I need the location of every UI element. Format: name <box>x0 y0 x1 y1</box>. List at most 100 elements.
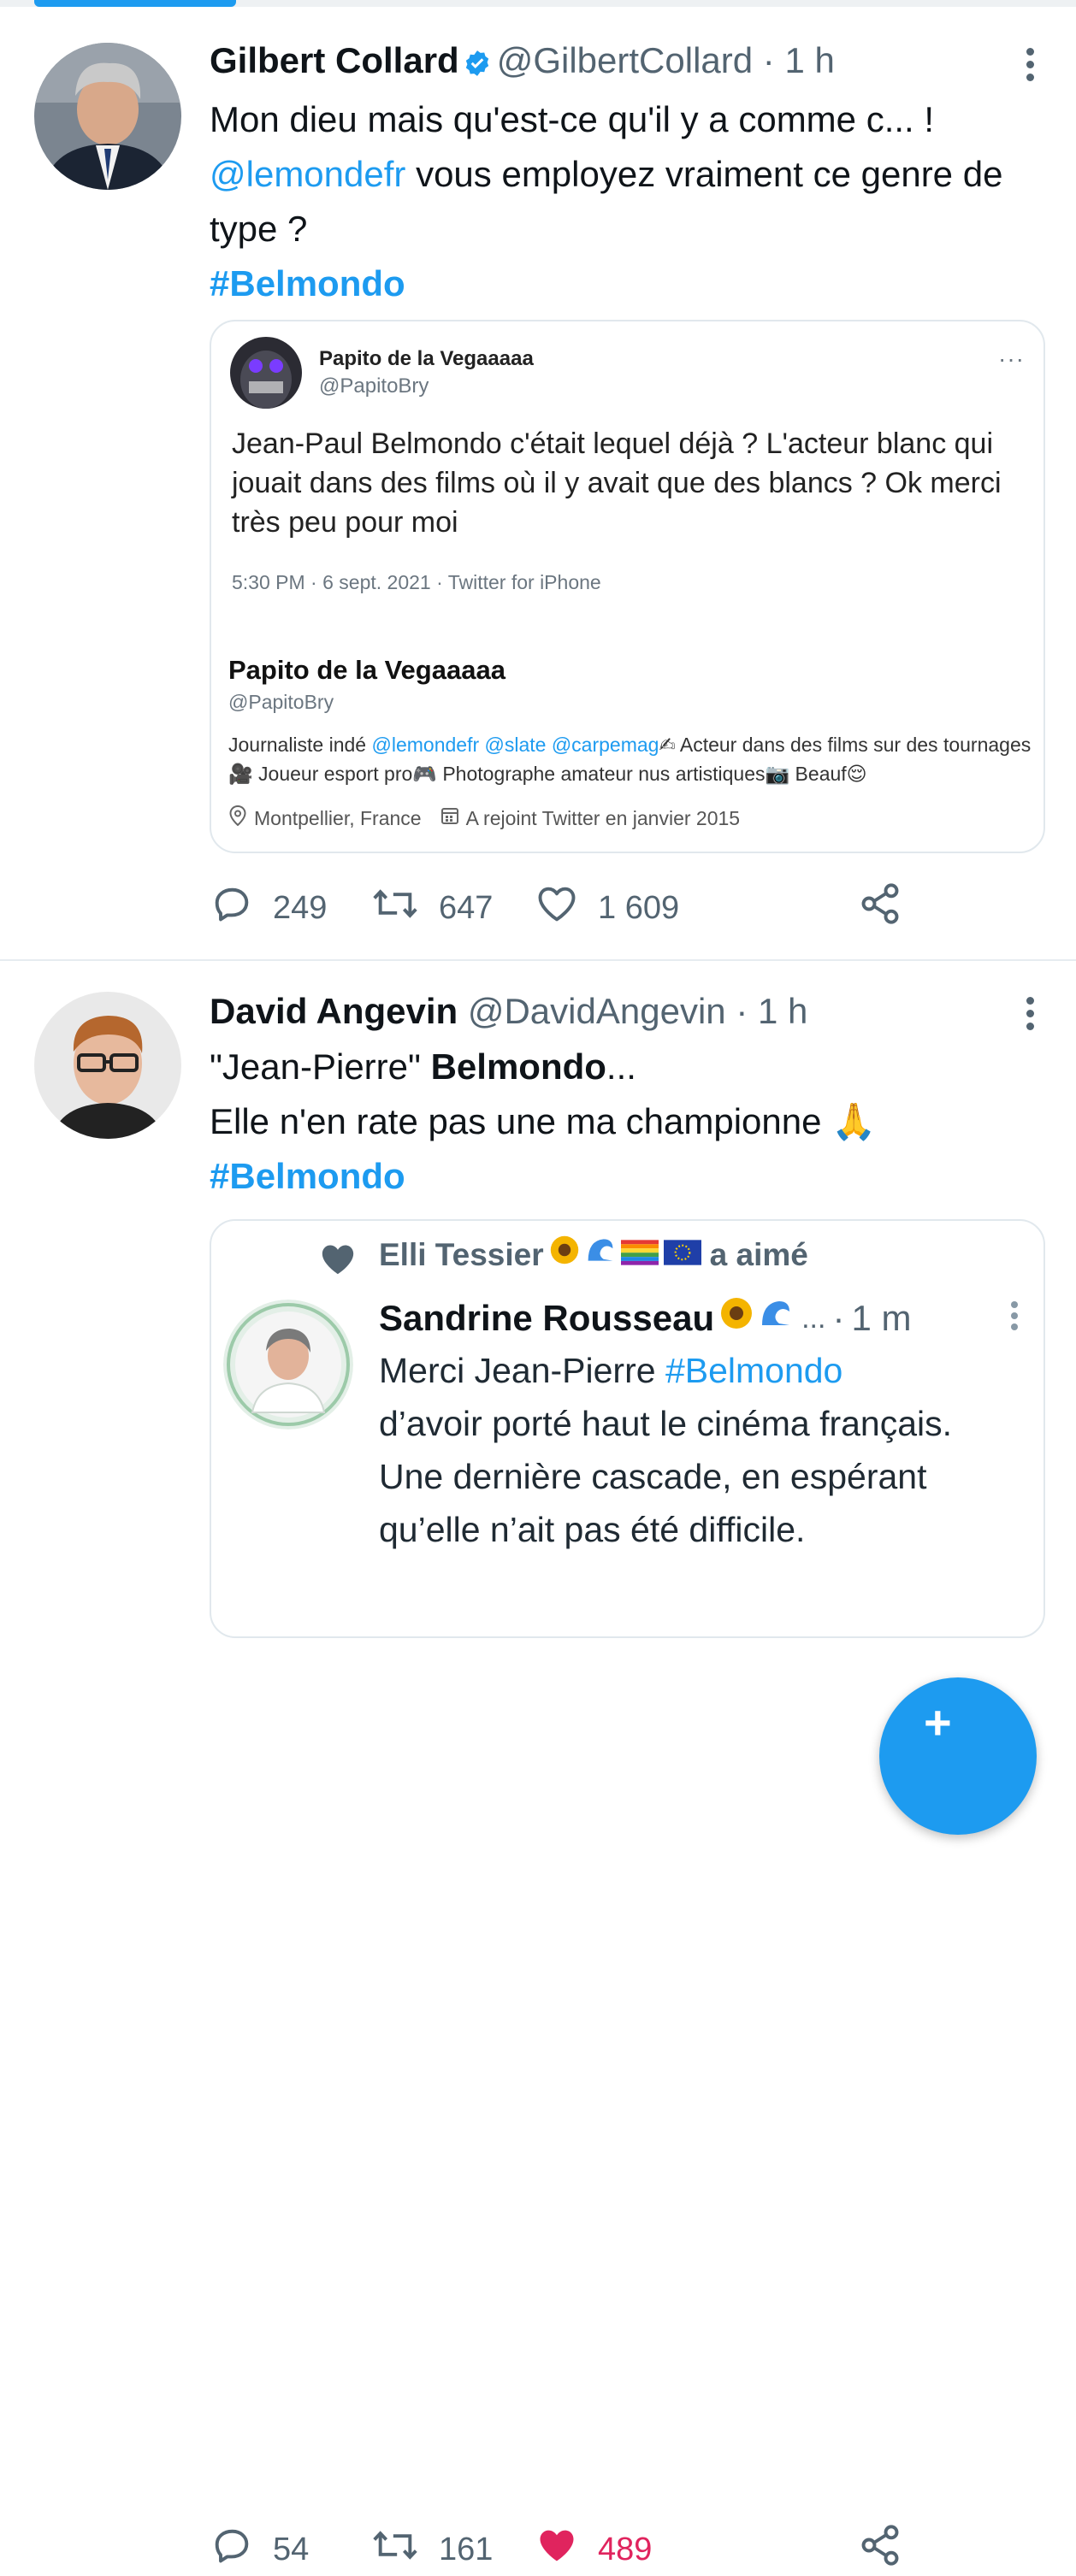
tweet-text-fragment: "Jean-Pierre" <box>210 1046 431 1087</box>
embedded-more-icon <box>1011 1301 1020 1335</box>
embedded-text-fragment: d’avoir porté haut le cinéma français. U… <box>379 1404 953 1549</box>
tweet-header: David Angevin @DavidAngevin · 1 h <box>210 990 807 1033</box>
verified-badge-icon <box>463 44 492 87</box>
share-button[interactable] <box>858 882 902 934</box>
bio-text: Beauf <box>789 763 847 785</box>
compose-plus-icon: + <box>924 1695 952 1749</box>
relieved-face-icon: 😌 <box>846 763 867 785</box>
tweet-text-fragment: Elle n'en rate pas une ma championne <box>210 1101 822 1141</box>
speech-bubble-icon <box>210 2523 254 2576</box>
embedded-tweet-text: Jean-Paul Belmondo c'était lequel déjà ?… <box>232 427 1002 539</box>
tweet[interactable]: Gilbert Collard @GilbertCollard · 1 h Mon… <box>0 7 1076 961</box>
share-icon <box>858 2523 902 2576</box>
tweet-text-line: "Jean-Pierre" Belmondo... <box>210 1040 1042 1094</box>
retweet-count: 161 <box>439 2531 494 2567</box>
timestamp[interactable]: 1 h <box>758 991 807 1031</box>
tweet-text-line: Mon dieu mais qu'est-ce qu'il y a comme … <box>210 99 935 139</box>
location-pin-icon <box>228 805 247 831</box>
sunflower-icon <box>719 1294 754 1342</box>
tweet[interactable]: David Angevin @DavidAngevin · 1 h "Jean-… <box>0 961 1076 2567</box>
retweet-count: 647 <box>439 889 494 926</box>
embedded-profile-handle: @PapitoBry <box>228 691 334 713</box>
eu-flag-icon <box>663 1233 701 1277</box>
truncation: ... <box>801 1302 826 1335</box>
tweet-header: Gilbert Collard @GilbertCollard · 1 h <box>210 39 835 87</box>
sunflower-icon <box>549 1233 580 1277</box>
bio-text: Photographe amateur nus artistiques <box>436 763 766 785</box>
like-count: 489 <box>598 2531 653 2567</box>
tweet-text-fragment: ... <box>606 1046 636 1087</box>
embedded-text-fragment: Merci Jean-Pierre <box>379 1351 665 1390</box>
embedded-profile-name: Papito de la Vegaaaaa <box>228 655 505 685</box>
embedded-image[interactable]: Papito de la Vegaaaaa @PapitoBry ··· Jea… <box>210 320 1045 853</box>
bio-text: Acteur dans des films sur des tournages <box>675 734 1032 756</box>
profile-location: Montpellier, France <box>254 806 422 829</box>
tweet-text: Mon dieu mais qu'est-ce qu'il y a comme … <box>210 92 1042 311</box>
timestamp[interactable]: 1 h <box>784 40 834 80</box>
hashtag-link[interactable]: #Belmondo <box>210 1149 1042 1204</box>
author-name[interactable]: David Angevin <box>210 991 458 1031</box>
retweet-button[interactable]: 161 <box>370 2524 493 2575</box>
embedded-timestamp: 1 m <box>851 1298 912 1338</box>
embedded-profile-info: Montpellier, France A rejoint Twitter en… <box>228 805 740 831</box>
liked-verb: a aimé <box>709 1237 808 1272</box>
active-tab-underline <box>34 0 236 7</box>
author-handle[interactable]: @DavidAngevin <box>468 991 726 1031</box>
more-options-icon[interactable] <box>1025 48 1035 89</box>
author-handle[interactable]: @GilbertCollard <box>497 40 753 80</box>
speech-bubble-icon <box>210 881 254 934</box>
liked-by-line: Elli Tessier a aimé <box>379 1233 808 1277</box>
heart-filled-icon <box>535 2523 579 2576</box>
author-name[interactable]: Gilbert Collard <box>210 40 459 80</box>
embedded-more-icon: ··· <box>998 345 1025 372</box>
retweet-icon <box>370 2523 420 2576</box>
tweet-actions: 54 161 489 <box>210 2524 911 2575</box>
reply-button[interactable]: 54 <box>210 2524 309 2575</box>
like-button[interactable]: 489 <box>535 2524 652 2575</box>
camera-icon: 🎥 <box>228 763 253 785</box>
embedded-avatar <box>223 1300 353 1429</box>
embedded-separator: · <box>832 1298 845 1338</box>
tweet-text-line: @lemondefr vous employez vraiment ce gen… <box>210 147 1042 256</box>
embedded-author-handle: @PapitoBry <box>319 374 429 398</box>
embedded-author-name: Papito de la Vegaaaaa <box>319 347 534 370</box>
reply-button[interactable]: 249 <box>210 882 327 934</box>
compose-tweet-button[interactable]: + <box>879 1677 1037 1835</box>
gamepad-icon: 🎮 <box>412 763 437 785</box>
hashtag-link[interactable]: #Belmondo <box>210 256 1042 311</box>
like-button[interactable]: 1 609 <box>535 882 679 934</box>
avatar[interactable] <box>34 992 181 1139</box>
separator-dot: · <box>736 991 748 1031</box>
tweet-text: "Jean-Pierre" Belmondo... Elle n'en rate… <box>210 1040 1042 1204</box>
separator-dot: · <box>762 40 775 80</box>
tab-indicator <box>0 0 1076 7</box>
retweet-icon <box>370 881 420 934</box>
like-count: 1 609 <box>598 889 680 926</box>
mention-link[interactable]: @lemondefr <box>210 154 405 194</box>
embedded-author-name: Sandrine Rousseau <box>379 1298 715 1338</box>
retweet-button[interactable]: 647 <box>370 882 493 934</box>
embedded-tweet-text: Merci Jean-Pierre #Belmondo d’avoir porté… <box>379 1344 1018 1556</box>
embedded-hashtag: #Belmondo <box>665 1351 843 1390</box>
wave-icon <box>759 1294 793 1342</box>
tweet-text-bold: Belmondo <box>430 1046 606 1087</box>
embedded-tweet-header: Sandrine Rousseau ... · 1 m <box>379 1294 911 1342</box>
reply-count: 54 <box>273 2531 310 2567</box>
embedded-tweet-meta: 5:30 PM · 6 sept. 2021 · Twitter for iPh… <box>232 571 601 593</box>
liker-name: Elli Tessier <box>379 1237 544 1272</box>
tweet-actions: 249 647 1 609 <box>210 882 911 934</box>
embedded-image[interactable]: Elli Tessier a aimé Sandrine Rousseau ..… <box>210 1219 1045 1638</box>
embedded-profile-bio: Journaliste indé @lemondefr @slate @carp… <box>228 730 1032 788</box>
photo-camera-icon: 📷 <box>765 763 790 785</box>
wave-icon <box>585 1233 616 1277</box>
heart-icon <box>535 881 579 934</box>
profile-joined-date: A rejoint Twitter en janvier 2015 <box>465 806 741 829</box>
embedded-avatar <box>230 337 302 409</box>
share-icon <box>858 881 902 934</box>
more-options-icon[interactable] <box>1025 997 1035 1038</box>
writing-hand-icon: ✍ <box>659 734 676 756</box>
heart-filled-icon <box>319 1241 357 1280</box>
bio-text: Journaliste indé <box>228 734 372 756</box>
share-button[interactable] <box>858 2524 902 2575</box>
avatar[interactable] <box>34 43 181 190</box>
